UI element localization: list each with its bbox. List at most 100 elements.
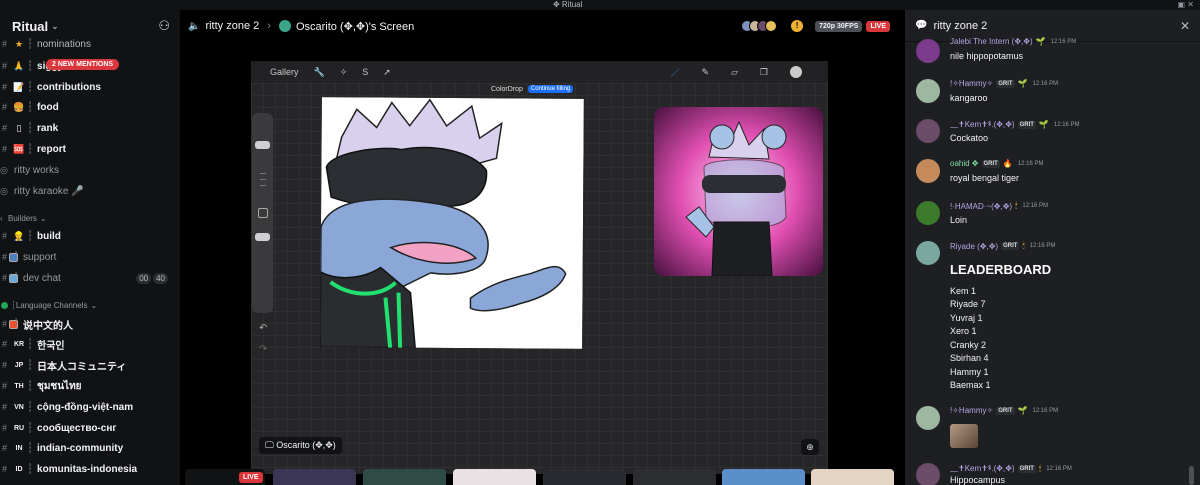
redo-icon[interactable]: ↷: [259, 344, 267, 355]
channel-ritty-karaoke[interactable]: ◎ ritty karaoke 🎤: [0, 181, 180, 201]
avatar[interactable]: [916, 159, 940, 183]
hash-icon: #: [2, 102, 8, 112]
zoom-icon[interactable]: ⊕: [801, 439, 819, 455]
status-dot-icon: [1, 301, 8, 309]
channel-report[interactable]: # 🆘 ┆ report: [0, 139, 180, 159]
grit-badge: GRIT: [1001, 242, 1020, 250]
avatar[interactable]: [916, 39, 940, 63]
title-bar: ✥ Ritual ▣ ✕: [0, 0, 1200, 10]
channel-label: contributions: [37, 81, 101, 93]
candle-icon: 🕯: [1015, 201, 1018, 210]
channel-ritty-works[interactable]: ◎ ritty works: [0, 160, 180, 180]
sprout-icon: 🌱: [1017, 406, 1028, 415]
channel-build[interactable]: # 👷 ┆ build: [0, 226, 180, 246]
chevron-down-icon: ⌄: [51, 20, 59, 31]
drawing-canvas[interactable]: [320, 97, 584, 349]
new-mentions-badge[interactable]: 2 NEW MENTIONS: [46, 59, 120, 70]
avatar[interactable]: [916, 463, 940, 485]
sprout-icon: 🌱: [1017, 79, 1028, 88]
channel-label: cộng-đồng-việt-nam: [37, 401, 134, 413]
leaderboard-entry: Baemax 1: [950, 380, 991, 390]
stream-owner-label: 🖵 Oscarito (✥,✥): [259, 437, 342, 454]
participant-tile[interactable]: [633, 469, 716, 485]
hash-icon: #: [2, 339, 8, 349]
wrench-icon[interactable]: 🔧: [314, 67, 325, 78]
speaker-icon: 🔈: [188, 20, 201, 32]
channel-indonesian[interactable]: # ID ┆ komunitas-indonesia: [0, 459, 180, 479]
monitor-icon: 🖵: [265, 440, 277, 450]
quality-badge: 720p 30FPS: [815, 20, 863, 32]
participant-tile[interactable]: [811, 469, 894, 485]
avatar[interactable]: [916, 79, 940, 103]
leaderboard-entry: Sbirhan 4: [950, 353, 989, 363]
avatar[interactable]: [916, 241, 940, 265]
brush-size-slider[interactable]: [252, 113, 273, 313]
avatar[interactable]: [916, 201, 940, 225]
brush-icon[interactable]: ／: [670, 66, 679, 79]
warning-icon[interactable]: !: [791, 20, 804, 32]
channel-label: сообщество-снг: [37, 422, 117, 434]
chat-scrollbar[interactable]: [1189, 466, 1194, 485]
sos-icon: 🆘: [13, 143, 25, 154]
channel-food[interactable]: # 🍔 ┆ food: [0, 97, 180, 117]
channel-label: indian-community: [37, 442, 124, 454]
brush-size-knob[interactable]: [255, 141, 270, 149]
window-controls[interactable]: ▣ ✕: [1178, 0, 1194, 9]
server-name: Ritual: [12, 18, 49, 34]
burger-icon: 🍔: [13, 101, 25, 112]
dev-icon: [9, 273, 18, 283]
image-attachment[interactable]: [950, 424, 978, 448]
selection-icon[interactable]: S: [362, 67, 368, 77]
transform-icon[interactable]: ➚: [383, 67, 391, 78]
channel-thai[interactable]: # TH ┆ ชุมชนไทย: [0, 376, 180, 396]
channel-contributions[interactable]: # 📝 ┆ contributions: [0, 77, 180, 97]
channel-label: komunitas-indonesia: [37, 463, 138, 475]
channel-sidebar: Ritual ⌄ ⚇ 2 NEW MENTIONS # ★ ┆ nominations…: [0, 10, 180, 485]
avatar[interactable]: [916, 119, 940, 143]
continue-filling-button[interactable]: Continue filling: [527, 85, 574, 93]
layers-icon[interactable]: ❐: [760, 67, 768, 78]
participant-tile[interactable]: [543, 469, 626, 485]
voice-channel-name[interactable]: ritty zone 2: [205, 20, 259, 32]
stream-header: 🔈 ritty zone 2 › Oscarito (✥,✥)'s Screen…: [180, 10, 900, 42]
pray-icon: 🙏: [13, 60, 25, 71]
category-label: Builders: [8, 213, 37, 223]
close-icon[interactable]: ✕: [1180, 19, 1190, 33]
channel-support[interactable]: #┆support: [0, 247, 180, 267]
smudge-icon[interactable]: ✎: [701, 67, 709, 78]
hash-icon: #: [2, 144, 8, 154]
channel-indian[interactable]: # IN ┆ indian-community: [0, 438, 180, 458]
channel-chinese[interactable]: #┆说中文的人: [0, 314, 180, 334]
channel-vietnamese[interactable]: # VN ┆ cộng-đồng-việt-nam: [0, 397, 180, 417]
participant-tile[interactable]: [722, 469, 805, 485]
undo-icon[interactable]: ↶: [259, 323, 267, 334]
channel-rank[interactable]: # ▯ ┆ rank: [0, 118, 180, 138]
channel-russian[interactable]: # RU ┆ сообщество-снг: [0, 418, 180, 438]
category-builders[interactable]: ‹ Builders ⌄: [0, 211, 47, 225]
channel-nominations[interactable]: # ★ ┆ nominations: [0, 34, 180, 54]
reference-image: [654, 107, 823, 276]
eraser-icon[interactable]: ▱: [731, 67, 738, 78]
add-user-icon[interactable]: ⚇: [158, 18, 170, 34]
channel-korean[interactable]: # KR ┆ 한국인: [0, 334, 180, 354]
color-picker-icon[interactable]: [790, 66, 802, 78]
viewer-avatars[interactable]: [741, 20, 778, 32]
participant-tile[interactable]: [453, 469, 536, 485]
category-language-channels[interactable]: ┆ Language Channels ⌄: [0, 298, 97, 312]
channel-dev-chat[interactable]: #┆dev chat0040: [0, 268, 180, 288]
channel-japanese[interactable]: # JP ┆ 日本人コミュニティ: [0, 355, 180, 375]
channel-label: report: [37, 143, 66, 155]
modify-button[interactable]: [258, 208, 268, 218]
sprout-icon: 🌱: [1038, 120, 1049, 129]
chevron-down-icon: ⌄: [90, 300, 98, 310]
participant-tile[interactable]: [273, 469, 356, 485]
opacity-knob[interactable]: [255, 233, 270, 241]
gallery-button[interactable]: Gallery: [270, 67, 299, 77]
ear-shape: [761, 124, 787, 150]
shared-screen[interactable]: Gallery 🔧 ✧ S ➚ ／ ✎ ▱ ❐ ColorDrop Contin…: [251, 61, 828, 474]
participant-tile[interactable]: [363, 469, 446, 485]
builder-icon: 👷: [13, 230, 25, 241]
category-label: Language Channels: [15, 300, 88, 310]
magic-wand-icon[interactable]: ✧: [340, 67, 348, 78]
avatar[interactable]: [916, 406, 940, 430]
